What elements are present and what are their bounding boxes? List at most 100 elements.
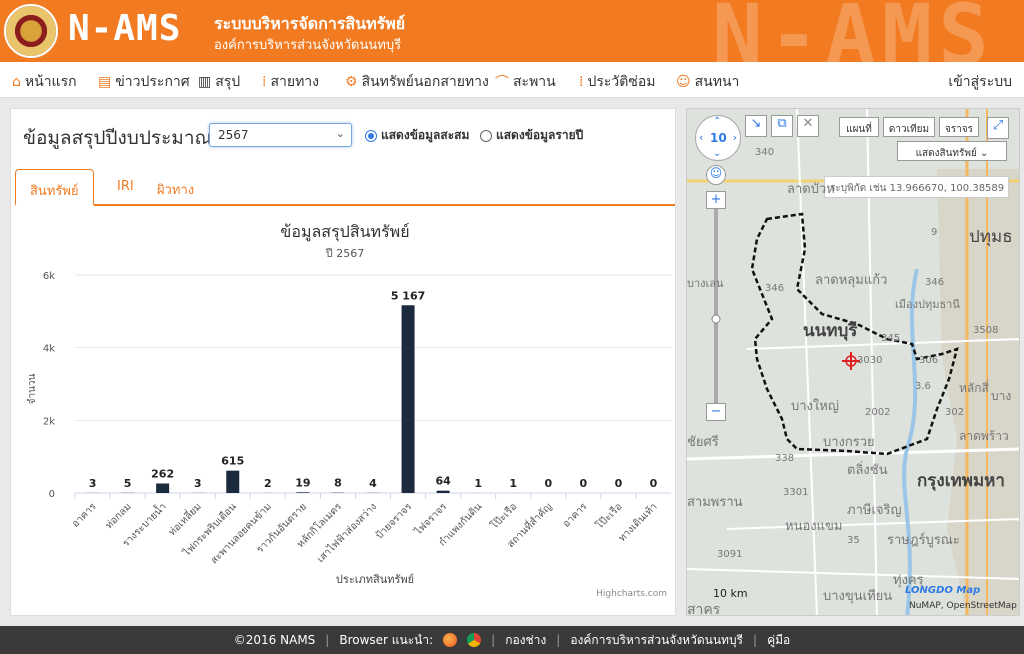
nav-bridge[interactable]: ⌒ สะพาน [495,71,556,93]
summary-title: ข้อมูลสรุปปีงบประมาณ [23,127,213,149]
map-label: 3301 [783,487,809,498]
map-label: ราษฎร์บูรณะ [887,533,960,548]
chart-data-label: 2 [264,477,272,490]
nav-repair-history[interactable]: ⁞ ประวัติซ่อม [579,71,655,93]
nav-offroad-assets[interactable]: ⚙ สินทรัพย์นอกสายทาง [345,71,489,93]
layer-dropdown[interactable]: แสดงสินทรัพย์ ⌄ [897,141,1007,161]
measure-tool-button[interactable]: ↘ [745,115,767,137]
footer-separator: | [491,633,496,647]
chart-data-label: 1 [509,477,517,490]
chart-x-tick-label: อาคาร [561,501,590,530]
chart-data-label: 0 [580,477,588,490]
map-attribution: NuMAP, OpenStreetMap [909,601,1017,611]
footer-link-organization[interactable]: องค์การบริหารส่วนจังหวัดนนทบุรี [570,631,743,650]
map-panel[interactable]: ⌃ 10 ‹ › ⌄ ↘ ⧉ ✕ ☺ + − แผนที่ ดาวเทียม จ… [686,108,1020,616]
nav-summary[interactable]: ▥ สรุป [198,71,240,93]
map-type-button[interactable]: แผนที่ [839,117,879,137]
chart-bar[interactable] [226,470,240,493]
map-label: สาคร [687,602,721,616]
nav-news[interactable]: ▤ ข่าวประกาศ [98,71,190,93]
map-label: ลาดพร้าว [959,429,1009,443]
street-view-button[interactable]: ☺ [706,165,726,185]
map-label: 2002 [865,407,891,418]
asset-summary-chart: ข้อมูลสรุปสินทรัพย์ ปี 2567 0 2k 4k 6k 3 5 26… [15,213,671,603]
pan-down-icon[interactable]: ⌄ [713,148,721,159]
satellite-button[interactable]: ดาวเทียม [883,117,935,137]
header-bar: N-AMS ระบบบริหารจัดการสินทรัพย์ องค์การบ… [0,0,1024,62]
tab-surface[interactable]: ผิวทาง [143,169,208,206]
organization-name: องค์การบริหารส่วนจังหวัดนนทบุรี [214,38,402,53]
chart-bar[interactable] [436,490,450,493]
nav-news-label: ข่าวประกาศ [115,74,190,90]
radio-checked-icon [365,129,377,142]
bar-chart-icon: ▥ [198,74,212,90]
organization-logo[interactable] [4,4,58,58]
clear-tool-button[interactable]: ✕ [797,115,819,137]
firefox-icon[interactable] [443,633,458,647]
chart-data-label: 3 [194,477,202,490]
nav-offroad-label: สินทรัพย์นอกสายทาง [361,74,489,90]
pan-left-icon[interactable]: ‹ [699,131,703,144]
map-label: หลักสี่ [959,381,989,395]
footer: ©2016 NAMS | Browser แนะนำ: | กองช่าง | … [0,626,1024,654]
chart-credits[interactable]: Highcharts.com [596,589,667,599]
chart-x-tick-label: ป้ายจราจร [373,500,414,541]
footer-link-manual[interactable]: คู่มือ [767,631,790,650]
chart-y-tick-label: 0 [49,489,55,500]
footer-link-engineering[interactable]: กองช่าง [505,631,546,650]
history-icon: ⁞ [579,74,584,90]
coordinate-input[interactable]: ระบุพิกัด เช่น 13.966670, 100.38589 [824,176,1009,198]
brand-title[interactable]: N-AMS [68,8,181,49]
chart-data-label: 1 [474,477,482,490]
nav-home[interactable]: ⌂ หน้าแรก [12,71,77,93]
map-label: กรุงเทพมหา [917,471,1005,491]
radio-yearly[interactable]: แสดงข้อมูลรายปี [480,126,583,145]
chrome-icon[interactable] [467,633,482,647]
chart-x-tick-label: เสาไฟฟ้าส่องสว่าง [315,501,380,566]
nav-home-label: หน้าแรก [24,74,77,90]
footer-copyright: ©2016 NAMS [233,633,316,647]
nav-roads[interactable]: ⁞ สายทาง [262,71,319,93]
chart-x-axis-title: ประเภทสินทรัพย์ [336,573,414,586]
year-select[interactable]: 2567 ⌄ [209,123,352,147]
chart-subtitle: ปี 2567 [325,247,365,260]
pan-up-icon[interactable]: ⌃ [713,116,721,127]
radio-cumulative[interactable]: แสดงข้อมูลสะสม [365,126,469,145]
map-label: ชัยศรี [687,435,719,450]
layer-tool-button[interactable]: ⧉ [771,115,793,137]
chart-bar[interactable] [156,483,170,493]
summary-panel: ข้อมูลสรุปปีงบประมาณ 2567 ⌄ แสดงข้อมูลสะ… [10,108,676,616]
zoom-out-button[interactable]: − [706,403,726,421]
tab-iri[interactable]: IRI [103,169,148,206]
main-nav: ⌂ หน้าแรก ▤ ข่าวประกาศ ▥ สรุป ⁞ สายทาง ⚙ สินท… [0,62,1024,98]
map-pan-control[interactable]: ⌃ 10 ‹ › ⌄ [695,115,741,161]
chart-x-tick-label: ทางเดินเท้า [616,501,659,544]
chart-x-tick-label: ท่อกลม [104,501,134,531]
gear-icon: ⚙ [345,74,358,90]
summary-tabs: สินทรัพย์ IRI ผิวทาง [15,169,675,206]
map-label: บางเลน [687,277,724,290]
map-label: ปทุมธ [969,227,1013,247]
map-label: 302 [945,407,965,418]
chart-data-label: 4 [369,477,377,490]
layer-dropdown-label: แสดงสินทรัพย์ [915,148,977,159]
chart-data-label: 615 [221,455,244,468]
nav-bridge-label: สะพาน [513,74,556,90]
chart-x-tick-label: อาคาร [70,501,99,530]
news-icon: ▤ [98,74,112,90]
chart-bar[interactable] [401,305,415,493]
map-label: 3.6 [915,381,931,392]
fullscreen-button[interactable]: ⤢ [987,117,1009,139]
chart-bar[interactable] [296,492,310,493]
map-logo[interactable]: LONGDO Map [905,585,980,596]
login-link[interactable]: เข้าสู่ระบบ [948,71,1012,93]
traffic-button[interactable]: จราจร [939,117,979,137]
map-label: 346 [925,277,945,288]
map-label: 345 [881,333,901,344]
tab-assets[interactable]: สินทรัพย์ [15,169,94,206]
pan-right-icon[interactable]: › [733,131,737,144]
nav-chat[interactable]: ☺ สนทนา [676,71,739,93]
chart-data-label: 0 [544,477,552,490]
zoom-in-button[interactable]: + [706,191,726,209]
home-icon: ⌂ [12,74,21,90]
